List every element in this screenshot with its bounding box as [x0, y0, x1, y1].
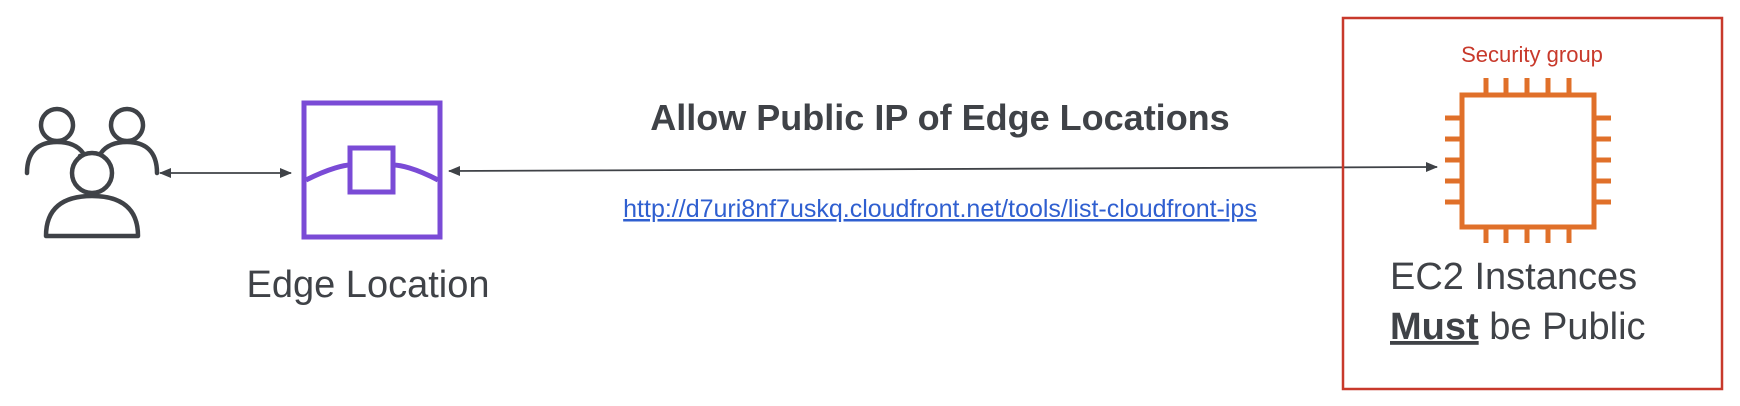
diagram-title: Allow Public IP of Edge Locations [650, 97, 1229, 138]
cloudfront-security-diagram: Edge Location Allow Public IP of Edge Lo… [24, 16, 1724, 391]
edge-location-label: Edge Location [247, 264, 490, 306]
ec2-instances-label: EC2 Instances [1390, 256, 1637, 298]
cloudfront-ips-link[interactable]: http://d7uri8nf7uskq.cloudfront.net/tool… [623, 195, 1257, 223]
ec2-chip-icon [1445, 78, 1611, 243]
ec2-public-label: Must be Public [1390, 306, 1646, 348]
edge-location-icon [301, 100, 443, 240]
be-public-text: be Public [1479, 306, 1646, 348]
must-emphasis: Must [1390, 306, 1479, 348]
edge-ec2-arrow [448, 162, 1438, 176]
security-group-label: Security group [1461, 42, 1603, 67]
users-icon [24, 106, 160, 239]
